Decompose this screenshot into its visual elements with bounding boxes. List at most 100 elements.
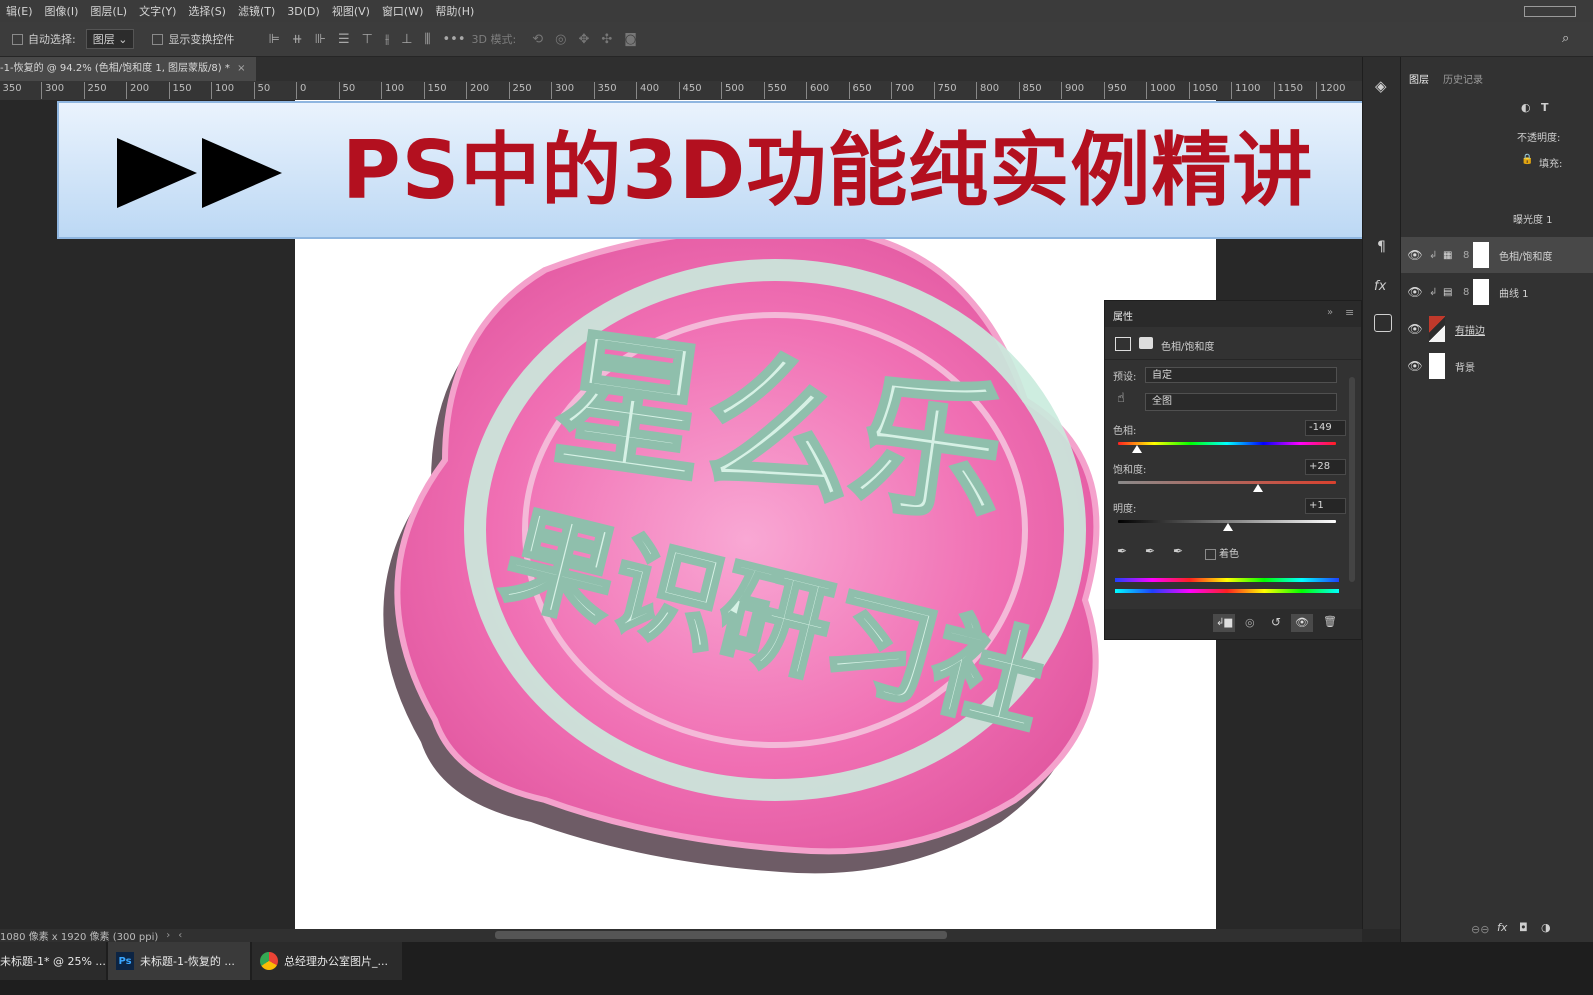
align-bottom-icon[interactable]: ⊥ <box>401 32 412 47</box>
hue-value-field[interactable]: -149 <box>1305 420 1346 436</box>
link-layers-icon[interactable]: ⊖⊖ <box>1471 923 1489 936</box>
menu-type[interactable]: 文字(Y) <box>133 3 182 19</box>
channel-dropdown[interactable]: 全图 <box>1145 393 1337 411</box>
3d-roll-icon[interactable]: ◎ <box>555 32 566 47</box>
eyedropper-icon[interactable]: ✒ <box>1117 544 1127 558</box>
ruler-tick-label: 1050 <box>1188 82 1218 99</box>
eyedropper-plus-icon[interactable]: ✒ <box>1145 544 1155 558</box>
visibility-eye-icon[interactable]: 👁 <box>1401 248 1429 262</box>
auto-select-dropdown[interactable]: 图层 ⌄ <box>85 29 135 49</box>
menu-select[interactable]: 选择(S) <box>182 3 232 19</box>
fill-label: 填充: <box>1539 159 1563 170</box>
align-top-icon[interactable]: ⊤ <box>362 32 373 47</box>
layer-row-hue-saturation[interactable]: 👁 ↲ ▦ 8 色相/饱和度 <box>1401 237 1593 273</box>
adjustment-layer-icon: ▦ <box>1443 249 1453 261</box>
align-center-icon[interactable]: ⧺ <box>292 32 303 47</box>
3d-panel-icon[interactable]: ◈ <box>1375 77 1387 95</box>
saturation-slider-track[interactable] <box>1118 481 1336 484</box>
taskbar-item-chrome[interactable]: 总经理办公室图片_... <box>252 942 402 980</box>
align-middle-icon[interactable]: ⫲ <box>385 32 389 47</box>
ruler-tick-label: 150 <box>423 82 447 99</box>
lightness-value-field[interactable]: +1 <box>1305 498 1346 514</box>
filter-adjustment-icon[interactable]: ◐ <box>1521 101 1531 114</box>
menu-3d[interactable]: 3D(D) <box>281 5 326 18</box>
menu-help[interactable]: 帮助(H) <box>429 3 480 19</box>
saturation-slider-thumb[interactable] <box>1252 484 1263 492</box>
mask-icon[interactable] <box>1139 337 1153 349</box>
menu-layer[interactable]: 图层(L) <box>84 3 133 19</box>
saturation-value-field[interactable]: +28 <box>1305 459 1346 475</box>
hue-slider-thumb[interactable] <box>1131 445 1142 453</box>
menu-image[interactable]: 图像(I) <box>39 3 85 19</box>
clip-to-layer-icon[interactable]: ↲▆ <box>1213 614 1235 632</box>
collapse-panel-icon[interactable]: » <box>1327 307 1333 318</box>
layer-fx-icon[interactable]: fx <box>1497 921 1507 934</box>
menu-filter[interactable]: 滤镜(T) <box>232 3 281 19</box>
horizontal-scrollbar[interactable] <box>495 931 947 939</box>
new-adjustment-icon[interactable]: ◑ <box>1541 921 1551 934</box>
panel-menu-icon[interactable]: ≡ <box>1345 306 1354 319</box>
close-tab-icon[interactable]: × <box>237 63 245 74</box>
layer-row-background[interactable]: 👁 背景 <box>1401 348 1593 384</box>
trash-icon[interactable]: 🗑 <box>1323 615 1337 628</box>
reset-icon[interactable]: ↺ <box>1271 615 1281 629</box>
status-arrow-right-icon[interactable]: › <box>166 930 170 941</box>
3d-orbit-icon[interactable]: ⟲ <box>532 32 543 47</box>
document-tab-label: -1-恢复的 @ 94.2% (色相/饱和度 1, 图层蒙版/8) * <box>0 63 230 74</box>
layer-row-stroke[interactable]: 👁 有描边 <box>1401 311 1593 347</box>
color-bar-bottom <box>1115 589 1339 593</box>
options-bar: 自动选择: 图层 ⌄ 显示变换控件 ⊫ ⧺ ⊪ ☰ ⊤ ⫲ ⊥ ⫼ ••• 3D… <box>0 22 1593 57</box>
filter-type-icon[interactable]: T <box>1541 101 1549 114</box>
preset-label: 预设: <box>1113 372 1137 383</box>
align-right-icon[interactable]: ⊪ <box>315 32 326 47</box>
align-left-icon[interactable]: ⊫ <box>268 32 279 47</box>
adjustments-icon[interactable] <box>1374 314 1392 332</box>
properties-scrollbar[interactable] <box>1349 377 1355 582</box>
visibility-eye-icon[interactable]: 👁 <box>1401 285 1429 299</box>
layers-panel: 图层 历史记录 ◐ T 不透明度: 🔒 填充: 曝光度 1 👁 ↲ ▦ 8 色相… <box>1400 57 1593 942</box>
document-tab[interactable]: -1-恢复的 @ 94.2% (色相/饱和度 1, 图层蒙版/8) * × <box>0 57 256 81</box>
visibility-eye-icon[interactable]: 👁 <box>1401 322 1429 336</box>
ruler-tick-label: 900 <box>1061 82 1084 99</box>
visibility-eye-icon[interactable]: 👁 <box>1401 359 1429 373</box>
properties-panel: 属性 » ≡ 色相/饱和度 预设: 自定 ☝ 全图 色相: -149 饱和度: … <box>1104 300 1362 640</box>
hue-slider-track[interactable] <box>1118 442 1336 445</box>
taskbar-item-photoshop[interactable]: Ps 未标题-1-恢复的 ... <box>108 942 250 980</box>
3d-camera-icon[interactable]: ◙ <box>624 32 637 47</box>
3d-slide-icon[interactable]: ✣ <box>601 32 612 47</box>
auto-select-checkbox[interactable] <box>12 33 23 45</box>
layer-thumb <box>1429 353 1445 379</box>
menu-window[interactable]: 窗口(W) <box>376 3 429 19</box>
toggle-visibility-icon[interactable]: 👁 <box>1291 614 1313 632</box>
taskbar-item-label: 未标题-1-恢复的 ... <box>140 955 235 968</box>
layer-row-curves[interactable]: 👁 ↲ ▤ 8 曲线 1 <box>1401 274 1593 310</box>
distribute-vertical-icon[interactable]: ⫼ <box>425 32 431 47</box>
ruler-tick-label: 100 <box>381 82 404 99</box>
targeted-adjust-hand-icon[interactable]: ☝ <box>1117 391 1125 406</box>
ruler-tick-label: 800 <box>976 82 999 99</box>
color-bar-top <box>1115 578 1339 582</box>
eyedropper-minus-icon[interactable]: ✒ <box>1173 544 1183 558</box>
show-transform-checkbox[interactable] <box>152 33 164 45</box>
ruler-tick-label: 50 <box>338 82 355 99</box>
ruler-tick-label: 150 <box>168 82 192 99</box>
fx-styles-icon[interactable]: fx <box>1374 279 1386 294</box>
chain-link-icon: 8 <box>1463 249 1470 261</box>
paragraph-icon[interactable]: ¶ <box>1377 239 1386 255</box>
preset-dropdown[interactable]: 自定 <box>1145 367 1337 383</box>
distribute-icon[interactable]: ☰ <box>338 32 350 47</box>
view-previous-icon[interactable]: ◎ <box>1245 616 1255 629</box>
window-restore-icon[interactable] <box>1524 6 1576 17</box>
status-arrow-left-icon[interactable]: ‹ <box>178 930 182 941</box>
more-options-icon[interactable]: ••• <box>443 32 466 47</box>
add-mask-icon[interactable]: ◘ <box>1519 921 1528 934</box>
3d-pan-icon[interactable]: ✥ <box>578 32 589 47</box>
taskbar-item-untitled[interactable]: 未标题-1* @ 25% ... <box>0 942 106 980</box>
tab-layers[interactable]: 图层 <box>1409 71 1429 86</box>
menu-view[interactable]: 视图(V) <box>326 3 376 19</box>
lock-icon[interactable]: 🔒 <box>1521 154 1533 165</box>
search-icon[interactable]: ⌕ <box>1562 31 1569 46</box>
lightness-slider-thumb[interactable] <box>1223 523 1234 531</box>
menu-edit[interactable]: 辑(E) <box>0 3 39 19</box>
tab-history[interactable]: 历史记录 <box>1443 71 1483 86</box>
